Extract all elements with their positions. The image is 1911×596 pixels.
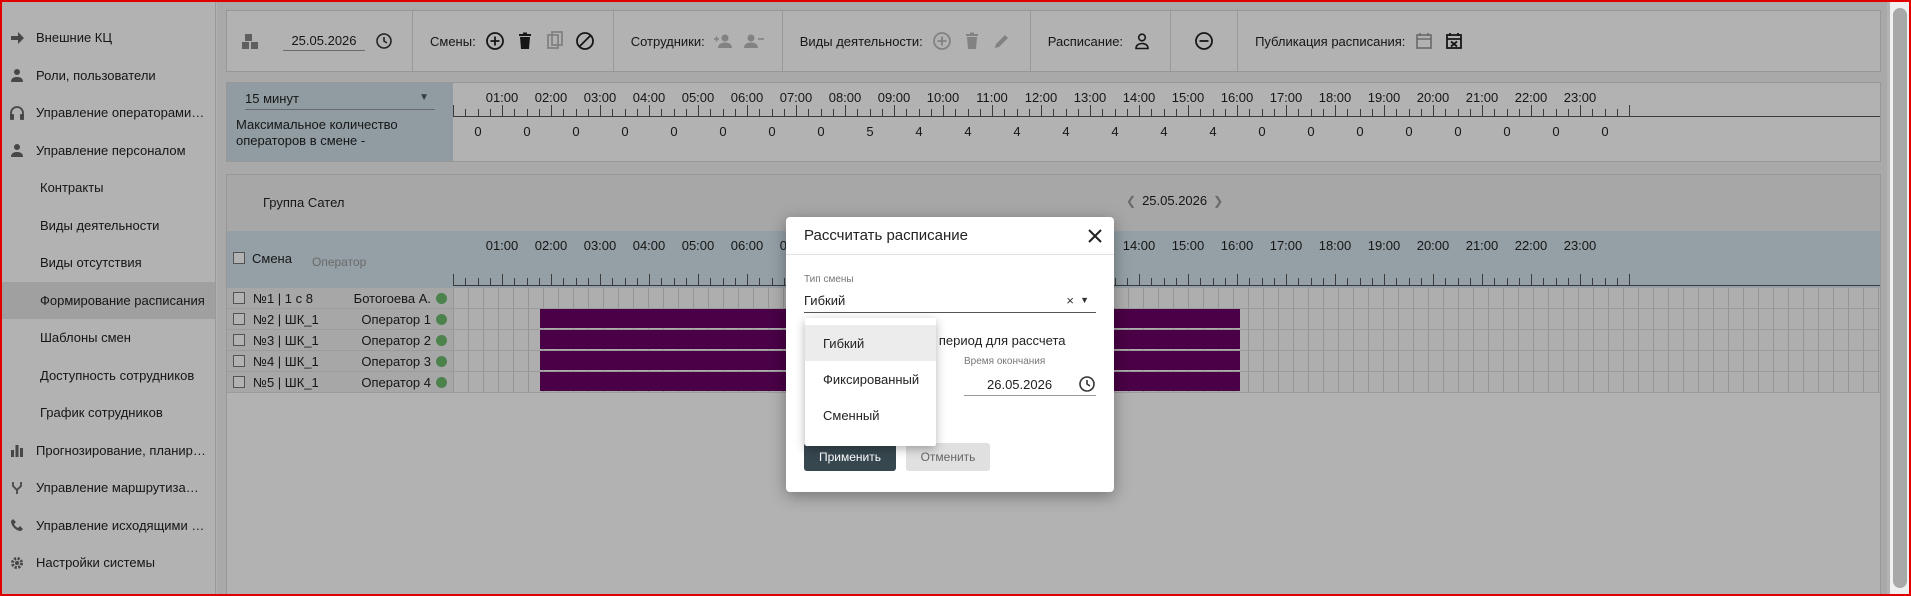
scrollbar-thumb[interactable] xyxy=(1893,8,1907,588)
shift-type-dropdown: Гибкий Фиксированный Сменный xyxy=(805,318,936,446)
dropdown-option[interactable]: Сменный xyxy=(805,397,936,433)
shift-type-label: Тип смены xyxy=(804,274,854,285)
dialog-title: Рассчитать расписание xyxy=(804,227,968,244)
end-date-value: 26.05.2026 xyxy=(987,377,1053,392)
apply-button[interactable]: Применить xyxy=(804,443,896,471)
shift-type-value: Гибкий xyxy=(804,293,846,308)
dropdown-option[interactable]: Фиксированный xyxy=(805,361,936,397)
clear-icon[interactable]: × xyxy=(1066,293,1074,308)
page-scrollbar[interactable] xyxy=(1890,0,1911,596)
period-text: й период для рассчета xyxy=(928,333,1066,348)
close-icon[interactable] xyxy=(1086,227,1104,245)
end-time-label: Время окончания xyxy=(964,356,1046,367)
end-date-input[interactable]: 26.05.2026 xyxy=(964,372,1096,396)
chevron-down-icon[interactable]: ▼ xyxy=(1080,295,1089,305)
shift-type-select[interactable]: Гибкий × ▼ xyxy=(804,289,1096,313)
cancel-button[interactable]: Отменить xyxy=(906,443,990,471)
clock-icon[interactable] xyxy=(1078,375,1096,396)
dialog-divider xyxy=(786,254,1114,255)
dropdown-option[interactable]: Гибкий xyxy=(805,325,936,361)
